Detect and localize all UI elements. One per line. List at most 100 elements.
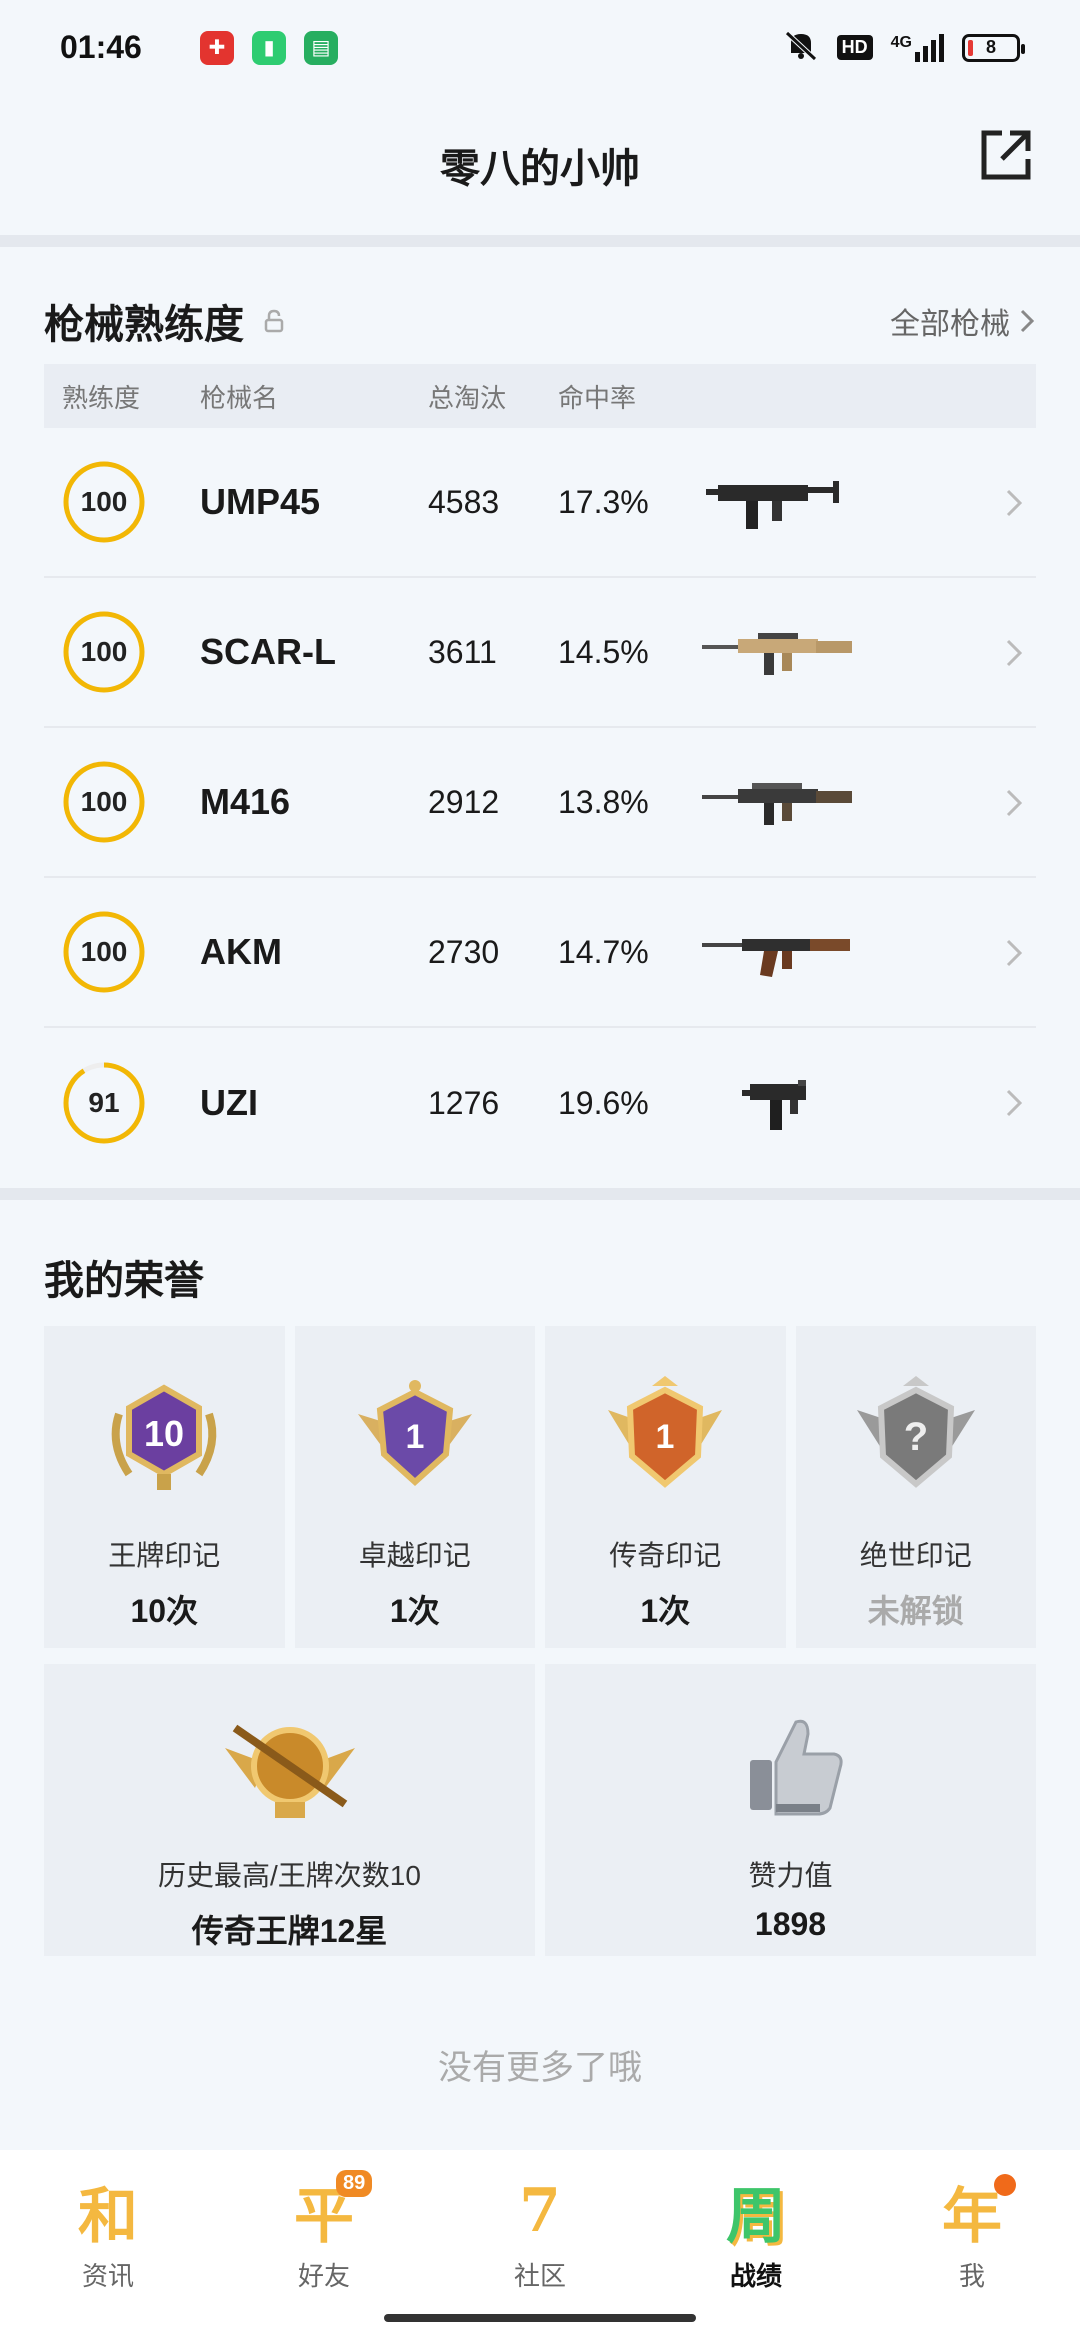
honor-card-excellence[interactable]: 1 卓越印记 1次 xyxy=(294,1326,535,1648)
chevron-right-icon xyxy=(1006,489,1023,517)
weapon-hit-rate: 14.5% xyxy=(558,633,649,670)
share-button[interactable] xyxy=(976,125,1036,185)
home-indicator[interactable] xyxy=(384,2314,696,2322)
end-of-list-text: 没有更多了哦 xyxy=(438,2049,642,2087)
weapon-kills: 3611 xyxy=(428,633,497,670)
message-app-icon: ▤ xyxy=(304,30,338,65)
tab-label: 社区 xyxy=(513,2261,566,2291)
tab-community[interactable]: 7 社区 xyxy=(432,2150,648,2340)
chevron-right-icon xyxy=(1006,639,1023,667)
status-bar: 01:46 ✚ ▮ ▤ HD 4G 8 xyxy=(0,0,1080,95)
weapon-row[interactable]: 100 M416 2912 13.8% xyxy=(44,728,1036,878)
all-weapons-link[interactable]: 全部枪械 xyxy=(890,299,1036,343)
chevron-right-icon xyxy=(1020,309,1035,333)
honor-grid: 10 王牌印记 10次 1 卓越印记 1次 1 传奇印记 1次 ? 绝世印记 未… xyxy=(44,1326,1036,1648)
honor-value: 10次 xyxy=(130,1593,199,1629)
honor-card-peerless[interactable]: ? 绝世印记 未解锁 xyxy=(795,1326,1036,1648)
weapon-kills: 4583 xyxy=(428,483,500,520)
honor-label: 卓越印记 xyxy=(358,1540,471,1571)
badge-number: 1 xyxy=(656,1418,675,1456)
proficiency-ring: 100 xyxy=(62,910,146,994)
battery-app-icon: ▮ xyxy=(252,30,286,65)
honor-value: 1次 xyxy=(640,1593,691,1629)
weapon-hit-rate: 13.8% xyxy=(558,783,649,820)
honor-label: 王牌印记 xyxy=(108,1540,221,1571)
honor-label: 赞力值 xyxy=(748,1860,833,1891)
all-weapons-label: 全部枪械 xyxy=(890,308,1010,341)
signal-icon: 4G xyxy=(890,33,944,62)
honor-card-ace[interactable]: 10 王牌印记 10次 xyxy=(44,1326,285,1648)
honor-card-legend[interactable]: 1 传奇印记 1次 xyxy=(545,1326,786,1648)
weapon-name: M416 xyxy=(200,781,291,822)
weapon-name: AKM xyxy=(200,931,282,972)
proficiency-ring: 100 xyxy=(62,610,146,694)
bottom-nav: 和 资讯 平 89 好友 7 社区 周 战绩 年 我 xyxy=(0,2150,1080,2340)
rifle-icon xyxy=(688,612,868,692)
honor-value: 1次 xyxy=(389,1593,440,1629)
honor-label: 历史最高/王牌次数10 xyxy=(158,1860,421,1891)
peerless-mark-badge-icon: ? xyxy=(856,1376,975,1488)
chevron-right-icon xyxy=(1006,939,1023,967)
news-tab-icon: 和 xyxy=(78,2181,138,2252)
badge-number: ? xyxy=(904,1415,928,1459)
honor-card-likes[interactable]: 赞力值 1898 xyxy=(545,1664,1036,1956)
column-kills: 总淘汰 xyxy=(428,382,507,413)
proficiency-value: 100 xyxy=(80,786,128,817)
weapon-hit-rate: 17.3% xyxy=(558,483,649,520)
weapon-hit-rate: 14.7% xyxy=(558,933,649,970)
hd-icon: HD xyxy=(836,35,873,60)
ace-mark-badge-icon: 10 xyxy=(111,1384,217,1490)
proficiency-ring: 100 xyxy=(62,460,146,544)
mute-icon xyxy=(783,29,819,67)
honor-section-title: 我的荣誉 xyxy=(44,1259,204,1303)
badge-number: 10 xyxy=(144,1413,184,1454)
status-time: 01:46 xyxy=(60,29,142,65)
status-app-icons: ✚ ▮ ▤ xyxy=(200,30,338,65)
weapon-kills: 1276 xyxy=(428,1084,500,1121)
weapon-section-header: 枪械熟练度 全部枪械 xyxy=(44,292,1036,350)
tab-record[interactable]: 周 战绩 xyxy=(648,2150,864,2340)
section-divider xyxy=(0,1188,1080,1200)
weapon-row[interactable]: 100 AKM 2730 14.7% xyxy=(44,878,1036,1028)
page-title: 零八的小帅 xyxy=(440,147,640,191)
weapon-row[interactable]: 100 SCAR-L 3611 14.5% xyxy=(44,578,1036,728)
lock-icon[interactable] xyxy=(260,307,288,335)
page-header: 零八的小帅 xyxy=(0,95,1080,235)
chevron-right-icon xyxy=(1006,1089,1023,1117)
weapon-kills: 2730 xyxy=(428,933,500,970)
record-tab-icon: 周 xyxy=(726,2181,786,2252)
status-indicators: HD 4G 8 xyxy=(783,29,1025,67)
honor-grid-secondary: 历史最高/王牌次数10 传奇王牌12星 赞力值 1898 xyxy=(44,1664,1036,1956)
tab-label: 资讯 xyxy=(81,2261,134,2291)
tab-news[interactable]: 和 资讯 xyxy=(0,2150,216,2340)
chevron-right-icon xyxy=(1006,789,1023,817)
tab-label: 好友 xyxy=(297,2261,350,2291)
proficiency-ring: 91 xyxy=(62,1061,146,1145)
legendary-ace-badge-icon xyxy=(224,1724,355,1818)
tab-me[interactable]: 年 我 xyxy=(864,2150,1080,2340)
smg-icon xyxy=(688,462,868,542)
proficiency-value: 100 xyxy=(80,936,128,967)
proficiency-value: 91 xyxy=(88,1087,120,1118)
column-name: 枪械名 xyxy=(200,382,279,413)
weapon-kills: 2912 xyxy=(428,783,500,820)
rifle-icon xyxy=(688,912,868,992)
proficiency-value: 100 xyxy=(80,486,128,517)
pistol-smg-icon xyxy=(688,1063,868,1143)
network-type: 4G xyxy=(890,33,912,51)
tab-friends[interactable]: 平 89 好友 xyxy=(216,2150,432,2340)
honor-label: 绝世印记 xyxy=(859,1540,972,1571)
weapon-row[interactable]: 100 UMP45 4583 17.3% xyxy=(44,428,1036,578)
honor-value: 传奇王牌12星 xyxy=(191,1913,388,1949)
notification-dot xyxy=(994,2174,1016,2196)
weapon-section-title: 枪械熟练度 xyxy=(44,303,244,347)
honor-label: 传奇印记 xyxy=(609,1540,722,1571)
honor-card-highest-rank[interactable]: 历史最高/王牌次数10 传奇王牌12星 xyxy=(44,1664,535,1956)
weapon-name: UZI xyxy=(200,1082,258,1123)
tab-label: 战绩 xyxy=(729,2261,782,2291)
proficiency-ring: 100 xyxy=(62,760,146,844)
weapon-row[interactable]: 91 UZI 1276 19.6% xyxy=(44,1028,1036,1178)
column-proficiency: 熟练度 xyxy=(62,382,141,413)
badge-number: 1 xyxy=(405,1418,424,1456)
weapon-table-header: 熟练度 枪械名 总淘汰 命中率 xyxy=(44,364,1036,428)
